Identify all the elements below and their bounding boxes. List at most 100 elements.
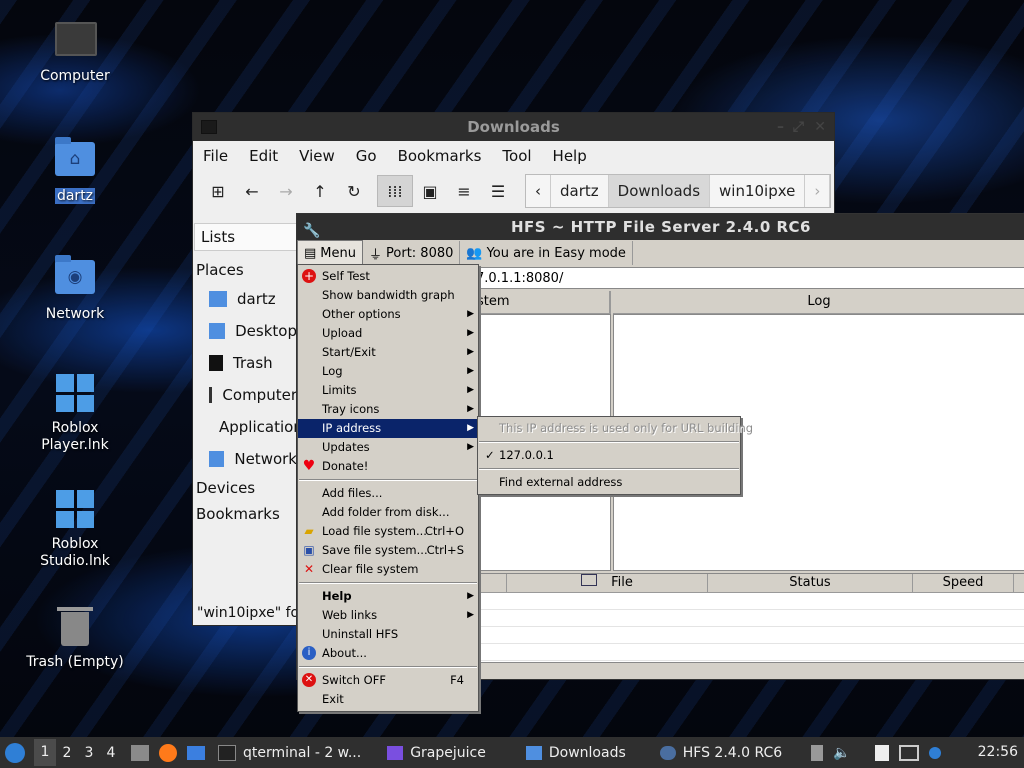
menu-item-upload[interactable]: Upload ▶ [298,324,478,343]
desktop-icon-label: Trash (Empty) [26,654,124,670]
connection-rows [476,593,1024,661]
menu-item-add-folder[interactable]: Add folder from disk... [298,503,478,522]
clock[interactable]: 22:56 [978,737,1018,768]
port-button[interactable]: ⏚ Port: 8080 [363,241,461,265]
desktop-icon [209,323,226,339]
close-icon[interactable]: ✕ [814,113,826,141]
place-trash[interactable]: Trash [193,347,297,379]
menu-item-other-options[interactable]: Other options ▶ [298,305,478,324]
breadcrumb-forward-icon[interactable]: › [805,175,831,207]
breadcrumb-item[interactable]: dartz [551,175,609,207]
connections-list[interactable]: File Status Speed [475,573,1024,663]
menu-file[interactable]: File [203,147,228,165]
workspace-4[interactable]: 4 [100,745,122,761]
menu-item-updates[interactable]: Updates ▶ [298,438,478,457]
desktop-icon-roblox-studio[interactable]: Roblox Studio.lnk [20,490,130,570]
up-arrow-icon[interactable]: ↑ [303,176,337,206]
maximize-icon[interactable]: ⤢ [793,113,804,141]
menu-item-log[interactable]: Log ▶ [298,362,478,381]
desktop-icon-label: Network [45,306,105,322]
thumbnail-view-icon[interactable]: ▣ [413,176,447,206]
menu-item-self-test[interactable]: + Self Test [298,267,478,286]
file-manager-titlebar[interactable]: Downloads – ⤢ ✕ [193,113,834,141]
forward-arrow-icon[interactable]: → [269,176,303,206]
tray-network[interactable] [894,737,924,768]
desktop-icon-roblox-player[interactable]: Roblox Player.lnk [20,374,130,454]
menu-item-tray-icons[interactable]: Tray icons ▶ [298,400,478,419]
desktop-icon-trash[interactable]: Trash (Empty) [20,607,130,671]
menu-view[interactable]: View [299,147,335,165]
submenu-arrow-icon: ▶ [467,423,474,433]
menu-item-exit[interactable]: Exit [298,690,478,709]
red-x-icon: ✕ [303,562,315,576]
tray-volume[interactable]: 🔈 [828,737,855,768]
mode-button[interactable]: 👥 You are in Easy mode [460,241,633,265]
workspace-1[interactable]: 1 [34,739,56,766]
quicklaunch-firefox[interactable] [154,737,182,768]
menu-item-ip-address[interactable]: IP address ▶ [298,419,478,438]
menu-item-bandwidth-graph[interactable]: Show bandwidth graph [298,286,478,305]
breadcrumb-item[interactable]: win10ipxe [710,175,806,207]
menu-edit[interactable]: Edit [249,147,278,165]
side-pane-mode[interactable]: Lists [194,223,297,251]
ip-option-localhost[interactable]: ✓ 127.0.0.1 [478,446,740,465]
menu-item-add-files[interactable]: Add files... [298,484,478,503]
menu-tool[interactable]: Tool [502,147,531,165]
menu-item-web-links[interactable]: Web links ▶ [298,606,478,625]
breadcrumb-item[interactable]: Downloads [608,175,711,207]
quicklaunch-file-manager[interactable] [126,737,154,768]
ip-address-submenu: This IP address is used only for URL bui… [477,416,753,495]
menu-item-switch-off[interactable]: ✕ Switch OFF F4 [298,671,478,690]
info-icon: i [302,646,316,660]
workspace-2[interactable]: 2 [56,745,78,761]
column-speed[interactable]: Speed [913,574,1014,592]
place-computer[interactable]: Computer [193,379,297,411]
menu-item-load-file-system[interactable]: ▰ Load file system... Ctrl+O [298,522,478,541]
icon-view-icon[interactable]: ⁞⁞⁞ [377,175,413,207]
task-downloads[interactable]: Downloads [518,737,634,768]
tray-updates[interactable] [924,737,946,768]
menu-item-save-file-system[interactable]: ▣ Save file system... Ctrl+S [298,541,478,560]
menu-item-uninstall[interactable]: Uninstall HFS [298,625,478,644]
home-folder-icon [209,291,227,307]
desktop-icon-dartz[interactable]: ⌂ dartz [20,137,130,205]
trash-icon [209,355,223,371]
menu-item-about[interactable]: i About... [298,644,478,663]
desktop-icon-computer[interactable]: Computer [20,22,130,85]
place-network[interactable]: Network [193,443,297,475]
compact-view-icon[interactable]: ≡ [447,176,481,206]
menu-bookmarks[interactable]: Bookmarks [398,147,482,165]
workspace-3[interactable]: 3 [78,745,100,761]
place-dartz[interactable]: dartz [193,283,297,315]
task-grapejuice[interactable]: Grapejuice [379,737,494,768]
place-applications[interactable]: Applications [193,411,311,443]
back-arrow-icon[interactable]: ← [235,176,269,206]
menu-go[interactable]: Go [356,147,377,165]
menu-item-donate[interactable]: ♥ Donate! [298,457,478,476]
tray-notes[interactable] [870,737,894,768]
terminal-icon [218,744,236,761]
quicklaunch-show-desktop[interactable] [182,737,210,768]
desktop-icon-network[interactable]: ◉ Network [20,255,130,323]
menu-help[interactable]: Help [553,147,587,165]
menu-item-limits[interactable]: Limits ▶ [298,381,478,400]
new-tab-icon[interactable]: ⊞ [201,176,235,206]
task-qterminal[interactable]: qterminal - 2 w... [210,737,369,768]
bookmarks-header[interactable]: Bookmarks [193,501,297,527]
detail-view-icon[interactable]: ☰ [481,176,515,206]
tray-clipboard[interactable] [806,737,828,768]
breadcrumb-back-icon[interactable]: ‹ [526,175,551,207]
start-menu-button[interactable] [0,737,30,768]
menu-item-clear-file-system[interactable]: ✕ Clear file system [298,560,478,579]
devices-header[interactable]: Devices [193,475,297,501]
reload-icon[interactable]: ↻ [337,176,371,206]
find-external-address[interactable]: Find external address [478,473,740,492]
column-file[interactable]: File [507,574,708,592]
hfs-titlebar[interactable]: 🔧 HFS ~ HTTP File Server 2.4.0 RC6 [297,214,1024,240]
place-desktop[interactable]: Desktop [193,315,297,347]
menu-item-help[interactable]: Help ▶ [298,587,478,606]
task-hfs[interactable]: HFS 2.4.0 RC6 [652,737,790,768]
minimize-icon[interactable]: – [777,113,784,141]
menu-item-start-exit[interactable]: Start/Exit ▶ [298,343,478,362]
column-status[interactable]: Status [708,574,913,592]
